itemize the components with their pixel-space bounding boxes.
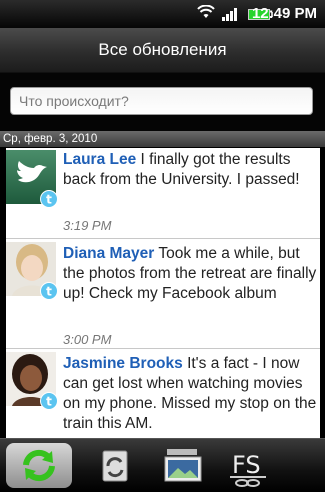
svg-text:t: t	[46, 193, 52, 207]
bottom-tab-bar: FS	[0, 438, 325, 492]
twitter-badge-icon: t	[40, 190, 58, 208]
status-time: 12:49 PM	[251, 5, 317, 22]
update-feed[interactable]: t Laura Lee I finally got the results ba…	[6, 148, 320, 438]
tab-all-updates[interactable]	[6, 443, 72, 488]
tab-friendstream[interactable]: FS	[218, 443, 278, 488]
list-item[interactable]: t Diana Mayer Took me a while, but the p…	[6, 238, 320, 349]
sync-card-icon	[102, 450, 128, 482]
tab-photos[interactable]	[153, 443, 213, 488]
wifi-icon	[197, 4, 215, 23]
author-name[interactable]: Jasmine Brooks	[63, 355, 183, 372]
author-name[interactable]: Laura Lee	[63, 151, 136, 168]
status-bar: 12:49 PM	[0, 0, 325, 28]
tab-refresh[interactable]	[86, 443, 146, 488]
friendstream-icon: FS	[230, 451, 266, 487]
twitter-badge-icon: t	[40, 392, 58, 410]
list-item[interactable]: t Jasmine Brooks It's a fact - I now can…	[6, 348, 320, 438]
refresh-icon	[23, 449, 55, 482]
status-update-input[interactable]	[10, 87, 313, 115]
avatar: t	[6, 242, 58, 300]
avatar: t	[6, 352, 58, 410]
photo-icon	[164, 449, 202, 482]
avatar: t	[6, 150, 58, 208]
timestamp: 3:19 PM	[63, 218, 112, 233]
svg-text:t: t	[46, 395, 52, 409]
author-name[interactable]: Diana Mayer	[63, 245, 154, 262]
svg-text:FS: FS	[232, 451, 261, 479]
twitter-badge-icon: t	[40, 282, 58, 300]
list-item[interactable]: t Laura Lee I finally got the results ba…	[6, 148, 320, 239]
signal-icon	[222, 7, 240, 25]
page-title: Все обновления	[0, 28, 325, 73]
date-header: Ср, февр. 3, 2010	[0, 131, 325, 147]
svg-text:t: t	[46, 285, 52, 299]
timestamp: 3:00 PM	[63, 332, 112, 347]
compose-area	[0, 73, 325, 131]
